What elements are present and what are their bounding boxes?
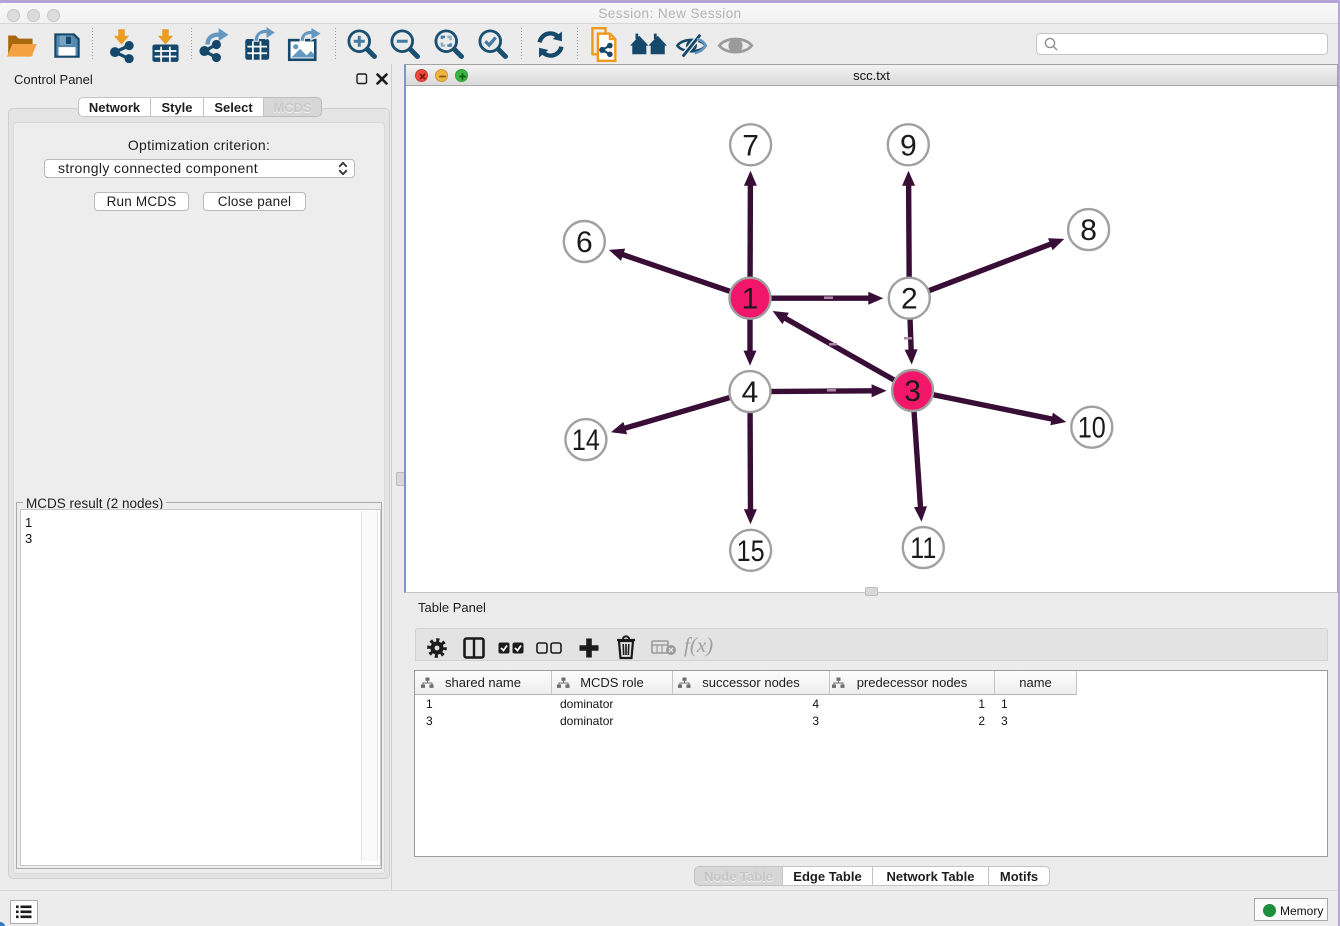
svg-text:4: 4 — [742, 376, 759, 409]
svg-text:15: 15 — [737, 535, 765, 568]
svg-text:2: 2 — [901, 283, 918, 316]
svg-text:6: 6 — [576, 226, 593, 259]
svg-text:7: 7 — [742, 129, 759, 162]
svg-text:10: 10 — [1078, 412, 1106, 445]
svg-text:3: 3 — [904, 375, 921, 408]
svg-text:14: 14 — [572, 424, 600, 457]
svg-text:1: 1 — [742, 283, 759, 316]
svg-text:9: 9 — [900, 129, 917, 162]
svg-text:11: 11 — [910, 532, 936, 565]
svg-text:8: 8 — [1080, 214, 1097, 247]
